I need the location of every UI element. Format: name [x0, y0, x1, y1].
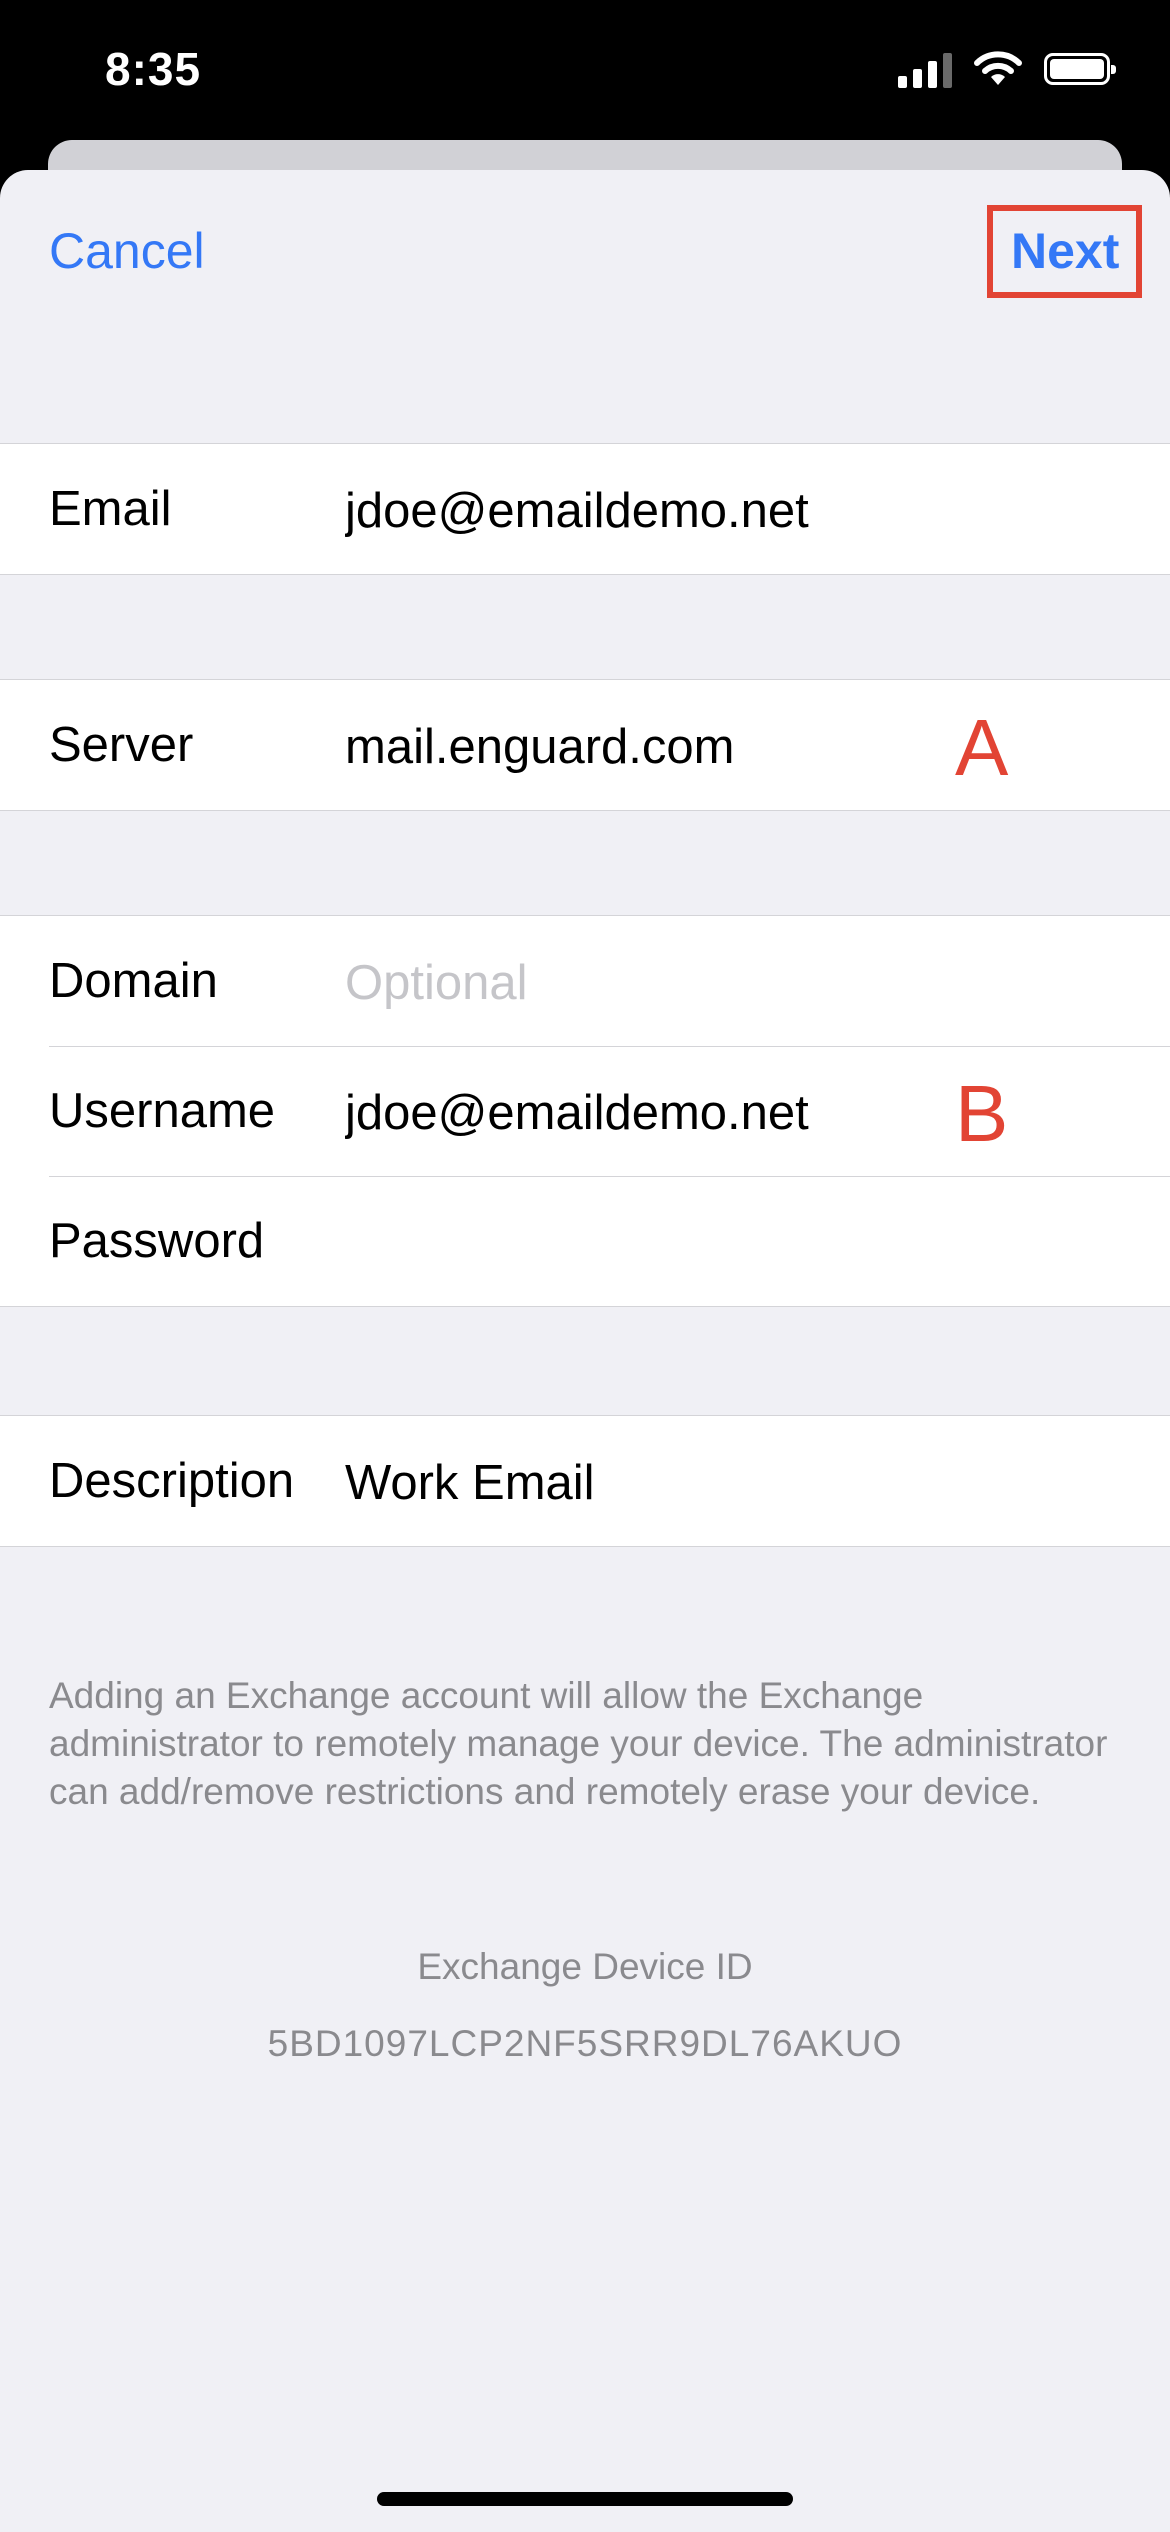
status-icons — [898, 50, 1116, 88]
password-field[interactable] — [345, 1179, 945, 1306]
exchange-account-sheet: Cancel Next Email Server A Domain Userna… — [0, 170, 1170, 2532]
status-time: 8:35 — [105, 43, 202, 95]
username-label: Username — [49, 1084, 276, 1138]
device-id-label: Exchange Device ID — [417, 1946, 753, 1987]
description-row: Description — [0, 1416, 1170, 1546]
exchange-notice: Adding an Exchange account will allow th… — [49, 1675, 1108, 1812]
username-row: Username B — [0, 1046, 1170, 1176]
domain-row: Domain — [0, 916, 1170, 1046]
next-button[interactable]: Next — [1011, 222, 1119, 280]
cellular-signal-icon — [898, 50, 952, 88]
battery-icon — [1044, 53, 1116, 85]
credentials-group: Domain Username B Password — [0, 915, 1170, 1307]
username-field[interactable] — [345, 1049, 945, 1176]
password-row: Password — [0, 1176, 1170, 1306]
device-id-value: 5BD1097LCP2NF5SRR9DL76AKUO — [267, 2023, 903, 2064]
email-group: Email — [0, 443, 1170, 575]
status-bar: 8:35 — [0, 0, 1170, 150]
cancel-button[interactable]: Cancel — [49, 222, 205, 280]
home-indicator[interactable] — [377, 2492, 793, 2506]
server-group: Server A — [0, 679, 1170, 811]
email-label: Email — [49, 482, 172, 536]
server-row: Server A — [0, 680, 1170, 810]
email-row: Email — [0, 444, 1170, 574]
description-label: Description — [49, 1454, 295, 1508]
annotation-marker-b: B — [955, 1069, 1009, 1158]
description-group: Description — [0, 1415, 1170, 1547]
password-label: Password — [49, 1214, 265, 1268]
server-field[interactable] — [345, 683, 945, 810]
wifi-icon — [974, 51, 1022, 85]
domain-label: Domain — [49, 954, 218, 1008]
email-field[interactable] — [345, 447, 945, 574]
description-field[interactable] — [345, 1419, 945, 1546]
annotation-marker-a: A — [955, 703, 1009, 792]
domain-field[interactable] — [345, 919, 945, 1046]
server-label: Server — [49, 718, 194, 772]
